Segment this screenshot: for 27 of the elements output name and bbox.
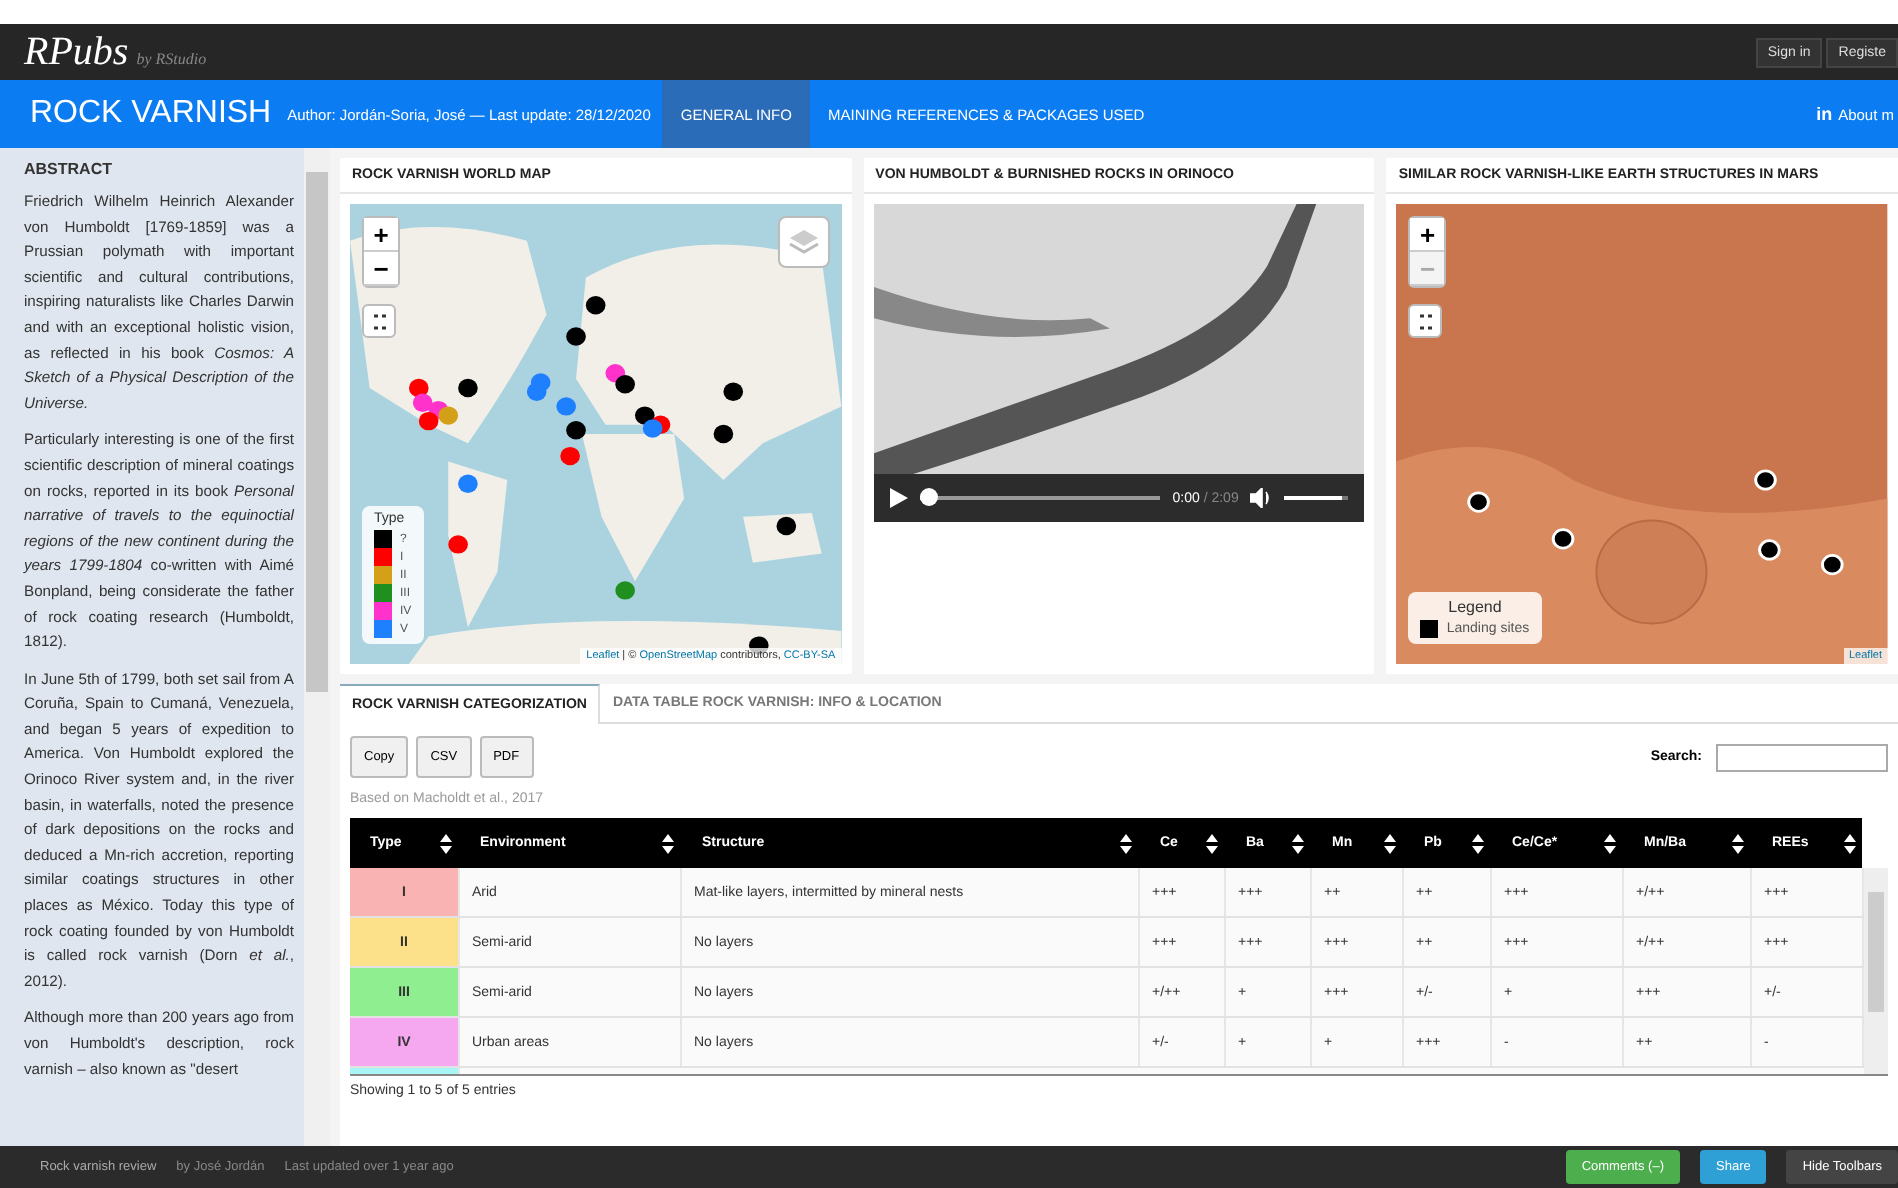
page-title: ROCK VARNISH — [30, 96, 272, 132]
sort-icon — [1384, 833, 1396, 853]
sort-icon — [1732, 833, 1744, 853]
sort-icon — [1844, 833, 1856, 853]
sort-icon — [1206, 833, 1218, 853]
play-icon[interactable] — [889, 488, 908, 508]
expand-icon — [1417, 313, 1434, 329]
legend-title: Legend — [1446, 598, 1504, 616]
rpubs-logo[interactable]: RPubs by RStudio — [24, 29, 207, 75]
sidebar-scrollbar[interactable] — [304, 148, 330, 1146]
search-field[interactable] — [1716, 743, 1888, 771]
layers-icon — [787, 228, 820, 256]
sort-icon — [440, 833, 452, 853]
sort-icon — [1472, 833, 1484, 853]
expand-icon — [371, 313, 387, 329]
volume-icon[interactable] — [1250, 488, 1273, 508]
table-scrollbar[interactable] — [1864, 868, 1888, 1074]
abstract-heading: ABSTRACT — [24, 160, 114, 178]
sort-icon — [662, 833, 674, 853]
zoom-out-button[interactable]: − — [364, 252, 398, 286]
fullscreen-button[interactable] — [362, 304, 396, 338]
zoom-in-button[interactable]: + — [1410, 218, 1445, 252]
fullscreen-button[interactable] — [1408, 304, 1443, 338]
sort-icon — [1120, 833, 1132, 853]
sort-icon — [1604, 833, 1616, 853]
sort-icon — [1292, 833, 1304, 853]
zoom-in-button[interactable]: + — [364, 218, 398, 252]
